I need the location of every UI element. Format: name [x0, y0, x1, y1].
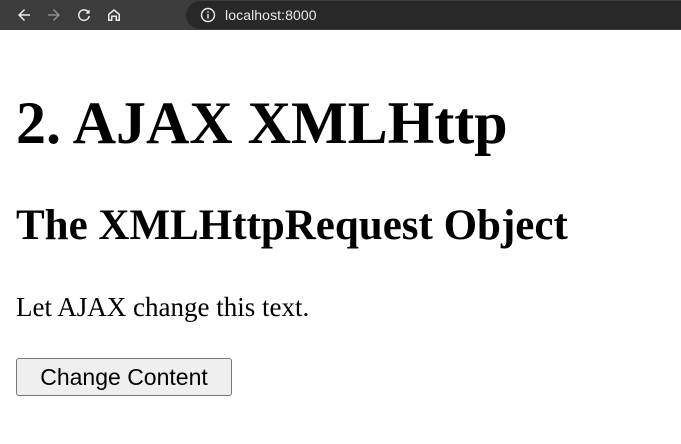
page-subheading: The XMLHttpRequest Object [16, 202, 568, 249]
ajax-text: Let AJAX change this text. [16, 292, 310, 322]
address-bar[interactable]: localhost:8000 [186, 1, 681, 29]
change-content-button[interactable]: Change Content [16, 358, 232, 396]
info-icon[interactable] [200, 7, 216, 23]
home-icon[interactable] [102, 3, 126, 27]
page-heading: 2. AJAX XMLHttp [16, 90, 508, 156]
browser-toolbar: localhost:8000 [0, 0, 681, 30]
back-icon[interactable] [12, 3, 36, 27]
page-content: 2. AJAX XMLHttp The XMLHttpRequest Objec… [0, 30, 681, 444]
forward-icon[interactable] [42, 3, 66, 27]
url-text[interactable]: localhost:8000 [225, 7, 317, 23]
reload-icon[interactable] [72, 3, 96, 27]
